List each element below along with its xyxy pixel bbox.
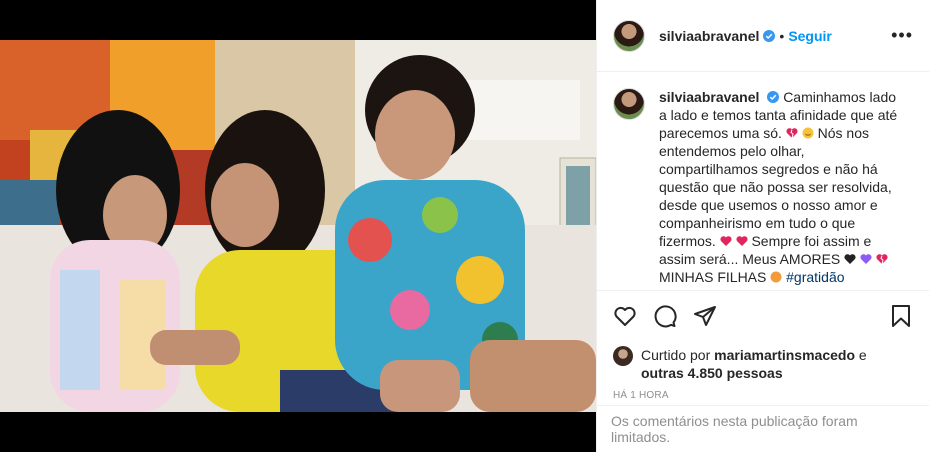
caption-part-4: MINHAS FILHAS [659,269,767,285]
liker-avatar[interactable] [613,346,633,366]
bookmark-icon [892,304,910,327]
heart-icon [614,306,636,326]
follow-button[interactable]: Seguir [788,28,832,44]
verified-badge-icon [763,29,776,42]
likes-count-link[interactable]: outras 4.850 pessoas [641,365,783,381]
purple-heart-emoji-icon [860,254,872,264]
photo-illustration [0,40,596,412]
post-sidebar: silviaabravanel • Seguir ••• silviaabrav… [596,0,929,452]
username-link[interactable]: silviaabravanel [659,28,759,44]
likes-and: e [858,347,867,363]
red-heart-emoji-icon [736,236,748,246]
verified-badge-icon [767,91,780,103]
likes-text: Curtido por mariamartinsmacedo e outras … [641,346,867,382]
save-button[interactable] [889,304,913,328]
comment-icon [654,304,677,327]
smiling-face-emoji-icon [802,127,814,139]
post-header: silviaabravanel • Seguir ••• [597,0,929,72]
separator-dot: • [779,27,785,44]
comment-button[interactable] [653,304,677,328]
comments-limited-notice: Os comentários nesta publicação foram li… [597,405,929,452]
liker-username-link[interactable]: mariamartinsmacedo [714,347,855,363]
caption-avatar[interactable] [613,88,645,120]
action-bar [597,290,929,340]
hashtag-link[interactable]: #gratidão [786,269,844,285]
post-photo[interactable] [0,40,596,412]
likes-prefix: Curtido por [641,347,711,363]
caption-section: silviaabravanel Caminhamos lado a lado e… [597,72,929,290]
post-media-area [0,0,596,452]
paper-plane-icon [694,305,716,326]
likes-summary: Curtido por mariamartinsmacedo e outras … [597,346,929,382]
caption-part-2: Nós nos entendemos pelo olhar, compartil… [659,125,892,249]
face-emoji-icon [770,271,782,283]
like-button[interactable] [613,304,637,328]
black-heart-emoji-icon [844,254,856,264]
share-button[interactable] [693,304,717,328]
caption-username[interactable]: silviaabravanel [659,89,759,105]
avatar[interactable] [613,19,645,52]
more-options-icon[interactable]: ••• [891,25,913,46]
broken-heart-emoji-icon [876,254,888,265]
post-timestamp[interactable]: HÁ 1 HORA [597,390,929,401]
red-heart-emoji-icon [720,236,732,246]
broken-heart-emoji-icon [786,128,798,139]
caption-text: silviaabravanel Caminhamos lado a lado e… [659,88,899,290]
